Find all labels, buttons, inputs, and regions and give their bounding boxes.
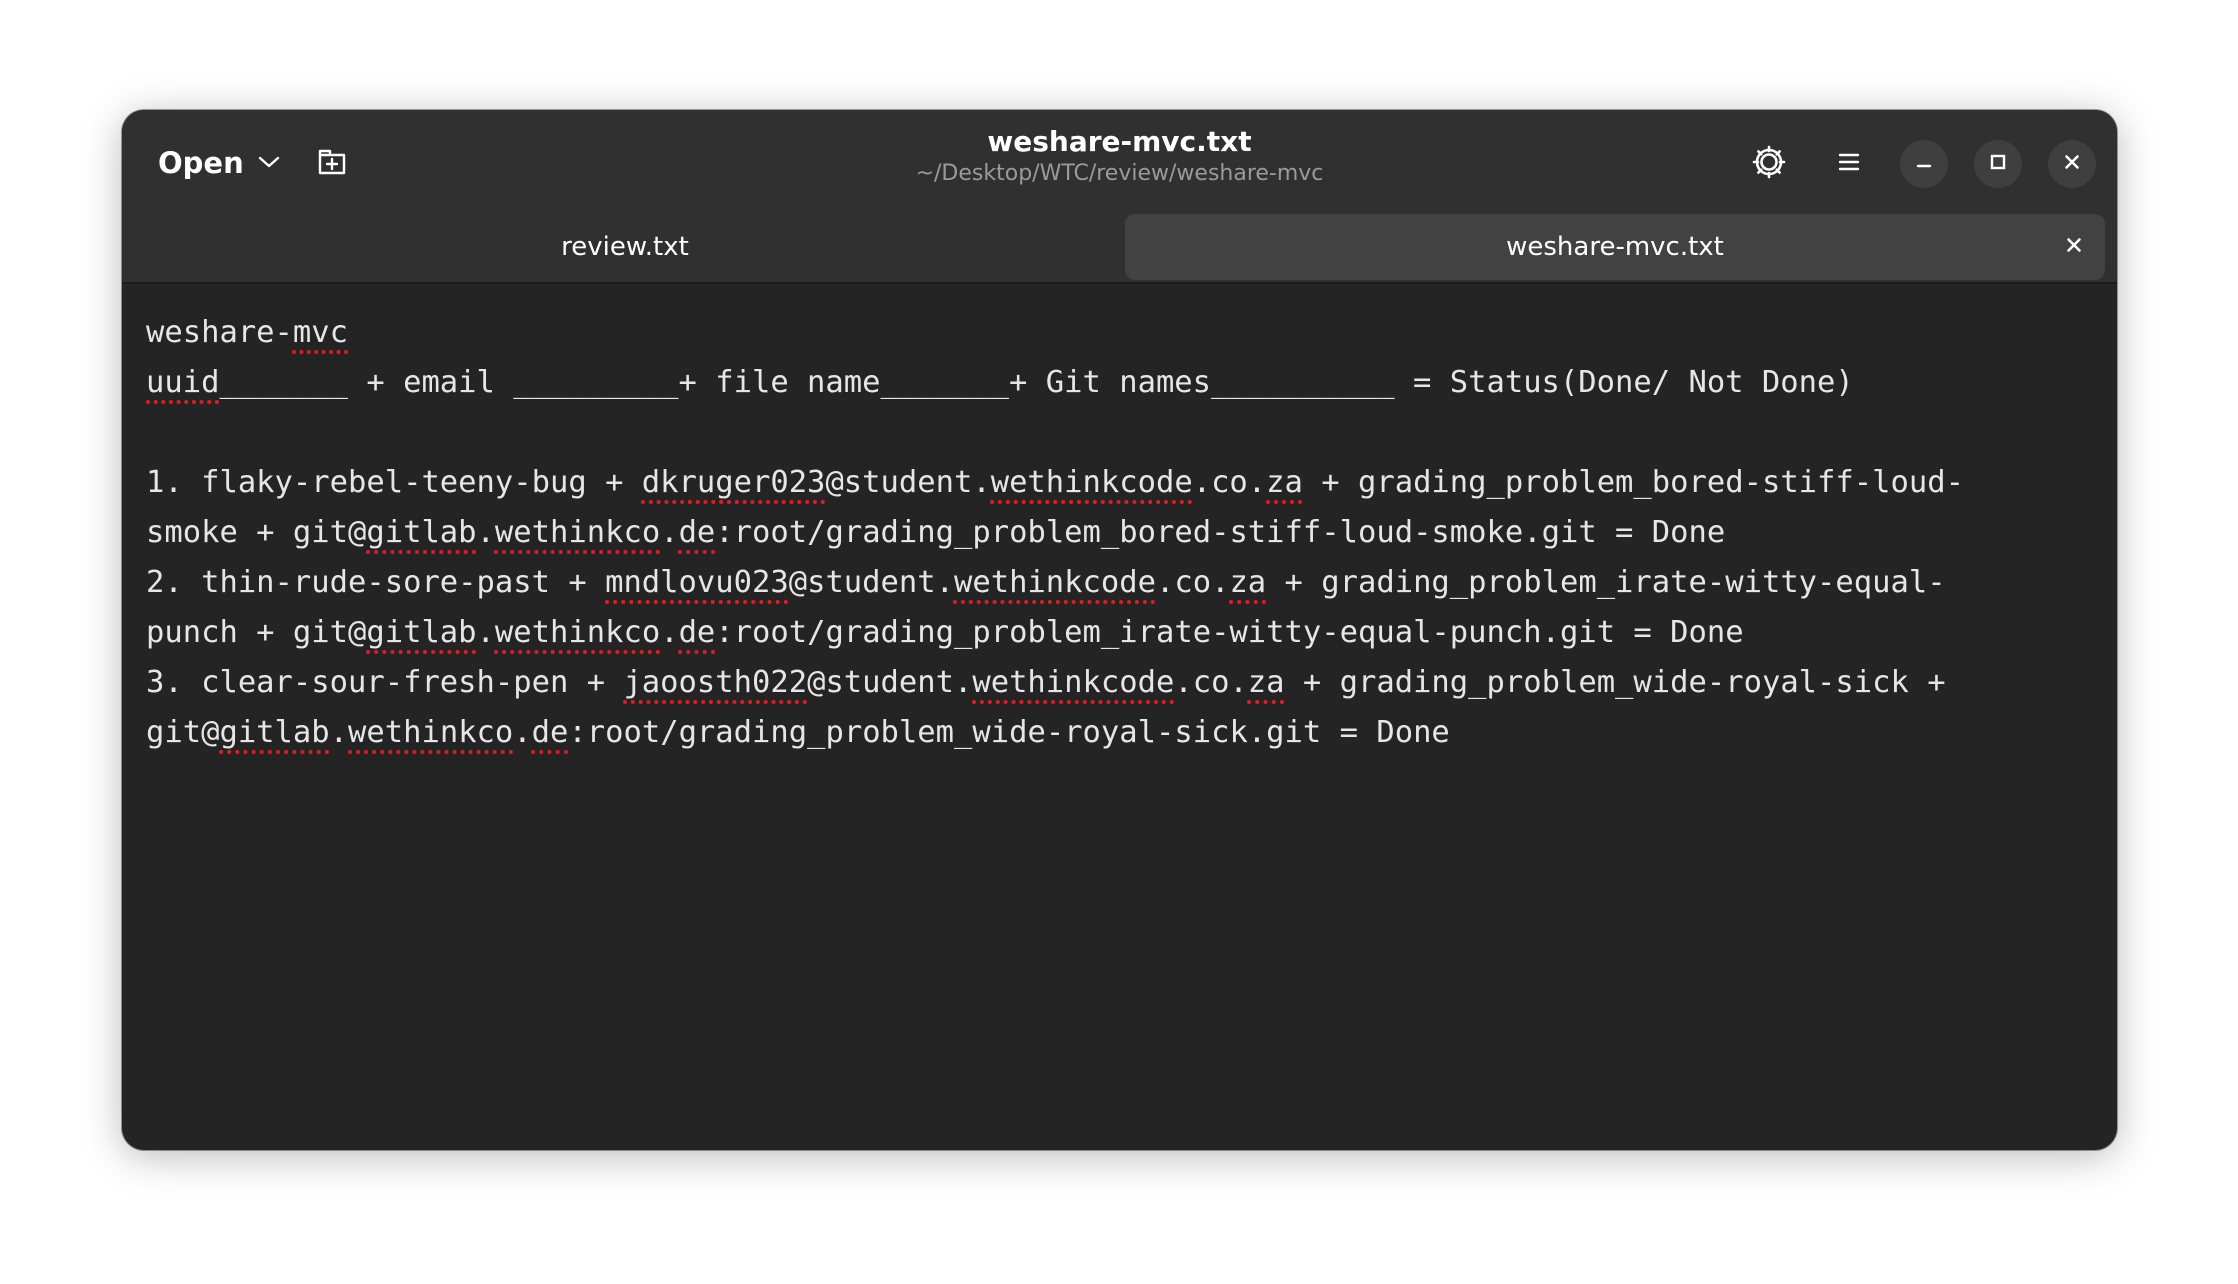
- settings-button[interactable]: [1739, 134, 1799, 194]
- hamburger-menu-icon: [1837, 151, 1861, 177]
- text-segment: 3. clear-sour-fresh-pen +: [146, 665, 624, 700]
- text-segment: .: [513, 715, 532, 750]
- misspelled-word: de: [531, 715, 569, 750]
- close-icon: [2065, 236, 2083, 258]
- text-segment: punch + git@: [146, 615, 367, 650]
- gear-icon: [1752, 145, 1786, 183]
- misspelled-word: gitlab: [366, 615, 477, 650]
- open-button[interactable]: Open: [142, 132, 296, 194]
- text-segment: .co.: [1192, 465, 1267, 500]
- text-segment: @student.: [825, 465, 991, 500]
- text-segment: 1. flaky-rebel-teeny-bug +: [146, 465, 642, 500]
- minimize-icon: [1915, 153, 1933, 175]
- text-line: weshare-mvc: [146, 308, 2093, 358]
- chevron-down-icon: [258, 154, 280, 173]
- misspelled-word: za: [1229, 565, 1267, 600]
- text-line: uuid_______ + email _________+ file name…: [146, 358, 2093, 408]
- misspelled-word: wethinkco: [494, 515, 661, 550]
- new-tab-button[interactable]: [302, 136, 362, 192]
- text-line: 1. flaky-rebel-teeny-bug + dkruger023@st…: [146, 458, 2093, 508]
- misspelled-word: mndlovu023: [605, 565, 789, 600]
- header-bar: Open weshare-mvc.txt ~/Desktop/WTC/revie…: [122, 110, 2117, 282]
- tab-label: weshare-mvc.txt: [1506, 232, 1724, 262]
- text-line: 2. thin-rude-sore-past + mndlovu023@stud…: [146, 558, 2093, 608]
- misspelled-word: mvc: [292, 315, 348, 350]
- tab-close-button[interactable]: [2057, 230, 2091, 264]
- misspelled-word: gitlab: [219, 715, 330, 750]
- header-divider: [122, 282, 2117, 284]
- title-block: weshare-mvc.txt ~/Desktop/WTC/review/wes…: [122, 124, 2117, 188]
- text-segment: .: [660, 515, 679, 550]
- misspelled-word: wethinkcode: [990, 465, 1193, 500]
- misspelled-word: gitlab: [366, 515, 477, 550]
- close-icon: [2063, 153, 2081, 175]
- misspelled-word: uuid: [146, 365, 220, 400]
- text-segment: .: [476, 615, 495, 650]
- text-segment: .co.: [1174, 665, 1248, 700]
- text-segment: :root/grading_problem_bored-stiff-loud-s…: [715, 515, 1726, 550]
- main-menu-button[interactable]: [1819, 134, 1879, 194]
- misspelled-word: za: [1247, 665, 1285, 700]
- text-editor-window: Open weshare-mvc.txt ~/Desktop/WTC/revie…: [122, 110, 2117, 1150]
- text-segment: .: [329, 715, 349, 750]
- text-line: 3. clear-sour-fresh-pen + jaoosth022@stu…: [146, 658, 2093, 708]
- tab-weshare-mvc[interactable]: weshare-mvc.txt: [1125, 214, 2105, 280]
- misspelled-word: de: [678, 615, 716, 650]
- misspelled-word: dkruger023: [641, 465, 826, 500]
- new-tab-icon: [316, 147, 348, 181]
- text-segment: .co.: [1155, 565, 1230, 600]
- misspelled-word: wethinkcode: [972, 665, 1175, 700]
- text-segment: git@: [146, 715, 220, 750]
- tab-label: review.txt: [561, 232, 689, 262]
- maximize-button[interactable]: [1974, 140, 2022, 188]
- misspelled-word: jaoosth022: [623, 665, 808, 700]
- text-segment: :root/grading_problem_irate-witty-equal-…: [715, 615, 1744, 650]
- misspelled-word: wethinkcode: [953, 565, 1156, 600]
- open-button-label: Open: [158, 146, 244, 180]
- text-segment: _______ + email _________+ file name____…: [219, 365, 1854, 400]
- text-segment: + grading_problem_irate-witty-equal-: [1266, 565, 1946, 600]
- misspelled-word: wethinkco: [494, 615, 661, 650]
- misspelled-word: za: [1266, 465, 1303, 500]
- maximize-icon: [1989, 153, 2007, 175]
- window-title: weshare-mvc.txt: [987, 125, 1252, 158]
- text-segment: + grading_problem_wide-royal-sick +: [1284, 665, 1946, 700]
- close-window-button[interactable]: [2048, 140, 2096, 188]
- misspelled-word: wethinkco: [348, 715, 514, 750]
- text-line: [146, 408, 2093, 458]
- window-subtitle: ~/Desktop/WTC/review/weshare-mvc: [915, 161, 1324, 186]
- minimize-button[interactable]: [1900, 140, 1948, 188]
- text-segment: @student.: [788, 565, 954, 600]
- text-segment: 2. thin-rude-sore-past +: [146, 565, 606, 600]
- text-segment: :root/grading_problem_wide-royal-sick.gi…: [568, 715, 1450, 750]
- text-line: punch + git@gitlab.wethinkco.de:root/gra…: [146, 608, 2093, 658]
- text-line: git@gitlab.wethinkco.de:root/grading_pro…: [146, 708, 2093, 758]
- text-segment: weshare-: [146, 315, 293, 350]
- text-line: smoke + git@gitlab.wethinkco.de:root/gra…: [146, 508, 2093, 558]
- text-segment: + grading_problem_bored-stiff-loud-: [1302, 465, 1964, 500]
- tab-bar: review.txt weshare-mvc.txt: [122, 202, 2117, 282]
- text-segment: .: [476, 515, 495, 550]
- text-segment: @student.: [807, 665, 973, 700]
- misspelled-word: de: [678, 515, 716, 550]
- text-segment: smoke + git@: [146, 515, 367, 550]
- text-editor-area[interactable]: weshare-mvc uuid_______ + email _________…: [146, 308, 2093, 1150]
- tab-review[interactable]: review.txt: [134, 214, 1116, 280]
- text-segment: .: [660, 615, 679, 650]
